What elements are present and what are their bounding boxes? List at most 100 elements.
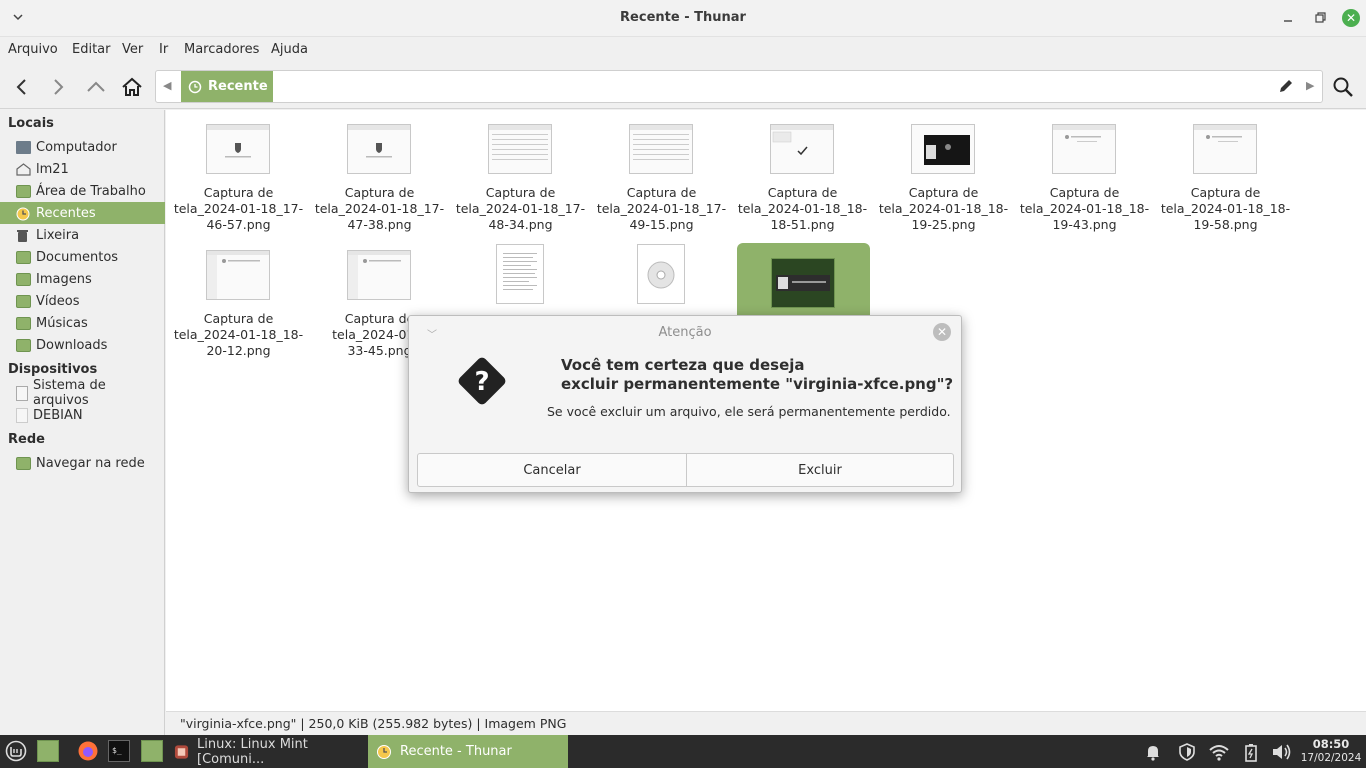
toolbar: ◀ Recente ▶ <box>0 64 1366 109</box>
menubar: Arquivo Editar Ver Ir Marcadores Ajuda <box>0 37 1366 64</box>
clock-icon <box>188 80 202 93</box>
text-document-icon <box>496 244 544 304</box>
back-icon[interactable] <box>9 74 35 100</box>
file-name: Captura de tela_2024-01-18_18- 20-12.png <box>173 311 304 358</box>
file-thumbnail <box>911 124 975 174</box>
show-desktop-icon[interactable] <box>37 740 59 762</box>
sidebar-item-debian[interactable]: DEBIAN <box>0 404 165 426</box>
path-left-arrow-icon[interactable]: ◀ <box>163 79 171 92</box>
taskbar-task-thunar[interactable]: Recente - Thunar <box>368 735 568 768</box>
file-thumbnail <box>629 124 693 174</box>
file-thumbnail <box>347 124 411 174</box>
file-item[interactable]: Captura de tela_2024-01-18_18- 19-43.png <box>1018 110 1151 235</box>
volume-icon[interactable] <box>1270 741 1292 763</box>
sidebar-item-sistema-de-arquivos[interactable]: Sistema de arquivos <box>0 378 165 408</box>
mint-menu-icon[interactable] <box>5 740 27 762</box>
disc-image-icon <box>637 244 685 304</box>
breadcrumb-recente[interactable]: Recente <box>181 71 273 102</box>
menu-ver[interactable]: Ver <box>122 42 143 57</box>
file-thumbnail <box>770 124 834 174</box>
dialog-message: Se você excluir um arquivo, ele será per… <box>547 404 951 419</box>
file-item-selected[interactable] <box>737 243 870 315</box>
file-item[interactable]: Captura de tela_2024-01-18_18- 19-25.png <box>877 110 1010 235</box>
dialog-close-icon[interactable]: ✕ <box>933 323 951 341</box>
location-bar[interactable]: ◀ Recente ▶ <box>155 70 1323 103</box>
taskbar-task-virtualbox[interactable]: Linux: Linux Mint [Comuni... <box>166 735 368 768</box>
menu-arquivo[interactable]: Arquivo <box>8 42 58 57</box>
sidebar-item-lm21[interactable]: lm21 <box>0 158 165 180</box>
menu-ir[interactable]: Ir <box>159 42 168 57</box>
computer-icon <box>16 140 31 154</box>
sidebar: Locais Computador lm21 Área de Trabalho … <box>0 110 165 735</box>
file-item[interactable]: Captura de tela_2024-01-18_18- 18-51.png <box>736 110 869 235</box>
sidebar-item-videos[interactable]: Vídeos <box>0 290 165 312</box>
sidebar-item-documentos[interactable]: Documentos <box>0 246 165 268</box>
menu-editar[interactable]: Editar <box>72 42 111 57</box>
file-thumbnail <box>1052 124 1116 174</box>
taskbar: $_ Linux: Linux Mint [Comuni... Recente … <box>0 735 1366 768</box>
sidebar-item-label: Recentes <box>36 205 96 221</box>
file-item[interactable]: Captura de tela_2024-01-18_17- 46-57.png <box>172 110 305 235</box>
recent-clock-icon <box>377 744 391 759</box>
sidebar-item-navegar-na-rede[interactable]: Navegar na rede <box>0 452 165 474</box>
file-name: Captura de tela_2024-01-18_18- 18-51.png <box>737 185 868 232</box>
sidebar-item-label: lm21 <box>36 161 69 177</box>
documents-folder-icon <box>16 250 31 264</box>
cancel-button[interactable]: Cancelar <box>417 453 687 487</box>
firefox-icon[interactable] <box>77 740 99 762</box>
maximize-icon[interactable] <box>1311 9 1329 27</box>
sidebar-item-recentes[interactable]: Recentes <box>0 202 165 224</box>
path-right-arrow-icon[interactable]: ▶ <box>1306 79 1314 92</box>
file-name: Captura de tela_2024-01-18_17- 48-34.png <box>455 185 586 232</box>
disk-icon <box>16 407 28 423</box>
window-title: Recente - Thunar <box>620 10 746 25</box>
notifications-icon[interactable] <box>1142 741 1164 763</box>
sidebar-item-area-de-trabalho[interactable]: Área de Trabalho <box>0 180 165 202</box>
file-thumbnail <box>347 250 411 300</box>
home-icon[interactable] <box>119 74 145 100</box>
minimize-icon[interactable] <box>1279 9 1297 27</box>
close-window-icon[interactable]: ✕ <box>1342 9 1360 27</box>
sidebar-item-label: Vídeos <box>36 293 80 309</box>
sidebar-item-lixeira[interactable]: Lixeira <box>0 224 165 246</box>
shield-icon[interactable] <box>1176 741 1198 763</box>
pictures-folder-icon <box>16 272 31 286</box>
sidebar-section-locais: Locais <box>8 116 54 131</box>
file-manager-icon[interactable] <box>141 740 163 762</box>
clock-date: 17/02/2024 <box>1300 752 1362 764</box>
file-item[interactable]: Captura de tela_2024-01-18_18- 20-12.png <box>172 236 305 361</box>
sidebar-item-label: Documentos <box>36 249 119 265</box>
wifi-icon[interactable] <box>1208 741 1230 763</box>
up-icon[interactable] <box>83 74 109 100</box>
sidebar-item-imagens[interactable]: Imagens <box>0 268 165 290</box>
window-titlebar: Recente - Thunar ✕ <box>0 0 1366 37</box>
sidebar-item-label: Imagens <box>36 271 92 287</box>
dialog-title: Atenção <box>658 325 712 340</box>
sidebar-item-downloads[interactable]: Downloads <box>0 334 165 356</box>
delete-button[interactable]: Excluir <box>686 453 954 487</box>
file-name: Captura de tela_2024-01-18_17- 46-57.png <box>173 185 304 232</box>
statusbar: "virginia-xfce.png" | 250,0 KiB (255.982… <box>166 711 1366 735</box>
file-item[interactable]: Captura de tela_2024-01-18_17- 47-38.png <box>313 110 446 235</box>
sidebar-item-label: Lixeira <box>36 227 80 243</box>
forward-icon[interactable] <box>45 74 71 100</box>
file-item[interactable]: Captura de tela_2024-01-18_17- 48-34.png <box>454 110 587 235</box>
confirm-delete-dialog: ﹀ Atenção ✕ ? Você tem certeza que desej… <box>408 315 962 493</box>
file-name: Captura de tela_2024-01-18_18- 19-43.png <box>1019 185 1150 232</box>
sidebar-item-computador[interactable]: Computador <box>0 136 165 158</box>
file-item[interactable]: Captura de tela_2024-01-18_18- 19-58.png <box>1159 110 1292 235</box>
menu-marcadores[interactable]: Marcadores <box>184 42 259 57</box>
menu-ajuda[interactable]: Ajuda <box>271 42 308 57</box>
battery-icon[interactable] <box>1240 741 1262 763</box>
file-thumbnail <box>206 124 270 174</box>
sidebar-section-dispositivos: Dispositivos <box>8 362 98 377</box>
terminal-icon[interactable]: $_ <box>108 740 130 762</box>
clock[interactable]: 08:50 17/02/2024 <box>1298 737 1364 765</box>
edit-path-icon[interactable] <box>1277 77 1295 99</box>
svg-text:$_: $_ <box>112 746 122 755</box>
sidebar-section-rede: Rede <box>8 432 45 447</box>
file-item[interactable]: Captura de tela_2024-01-18_17- 49-15.png <box>595 110 728 235</box>
file-thumbnail <box>771 258 835 308</box>
search-icon[interactable] <box>1330 74 1356 100</box>
sidebar-item-musicas[interactable]: Músicas <box>0 312 165 334</box>
